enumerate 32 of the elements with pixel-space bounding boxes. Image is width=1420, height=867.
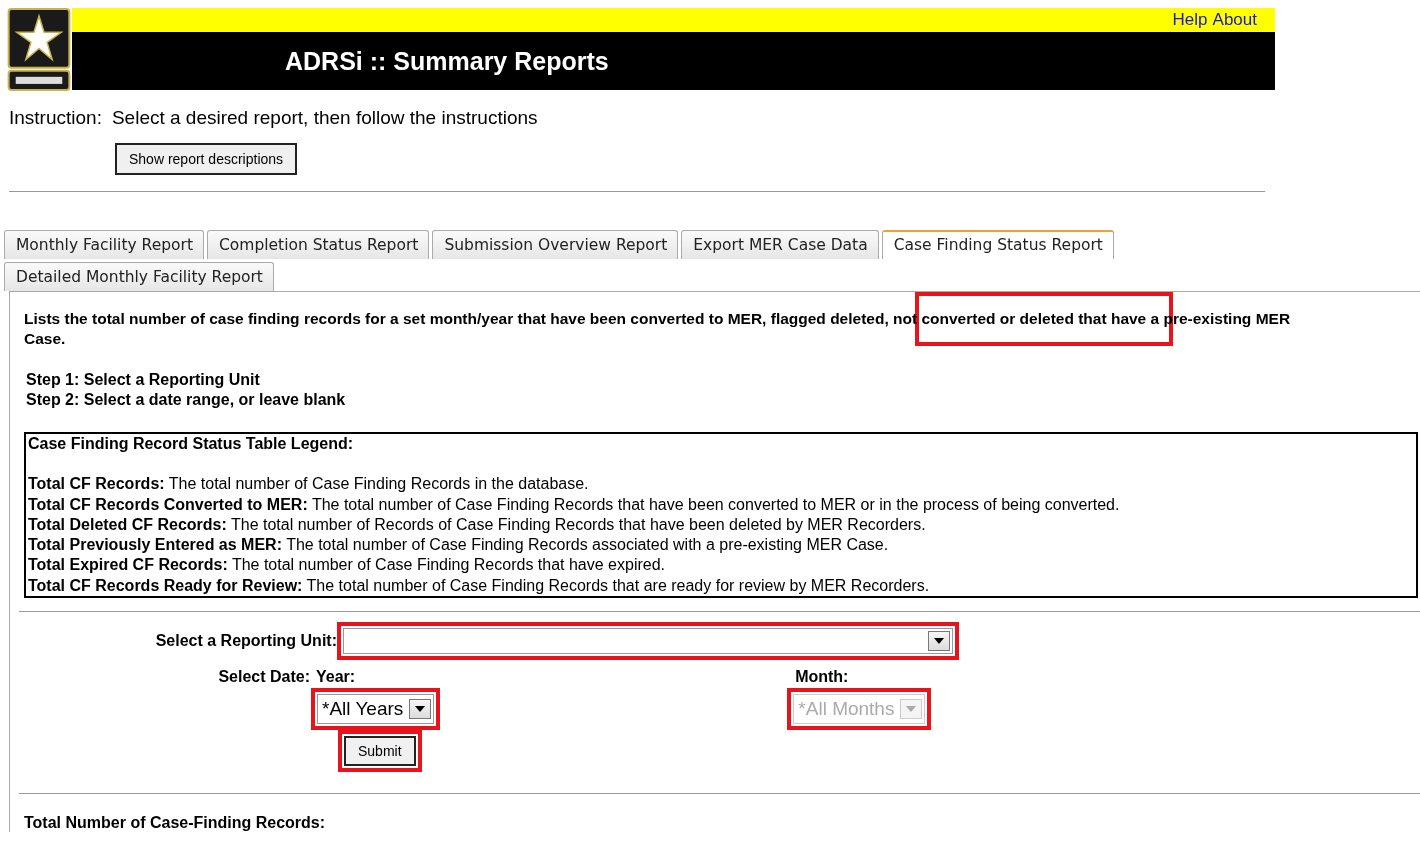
report-tab[interactable]: Monthly Facility Report (4, 230, 204, 259)
dropdown-arrow-icon (906, 706, 917, 713)
reporting-unit-label: Select a Reporting Unit: (154, 632, 337, 651)
results-title: Total Number of Case-Finding Records: (23, 813, 327, 833)
report-tab[interactable]: Completion Status Report (207, 230, 430, 259)
legend-item: Total Previously Entered as MER: The total number of Case Finding Records associated with a pre-existing MER Case. (28, 535, 890, 556)
legend-item: Total CF Records Ready for Review: The total number of Case Finding Records that are ready for review by MER Recorders. (28, 575, 931, 596)
instruction-label: Instruction: (9, 107, 102, 129)
year-select[interactable]: *All Years (317, 694, 435, 725)
dropdown-arrow-icon (934, 638, 944, 645)
header-link[interactable]: Help (1172, 10, 1208, 30)
date-label: Select Date: (217, 668, 310, 687)
report-tab[interactable]: Case Finding Status Report (881, 230, 1114, 259)
step-text: Step 2: Select a date range, or leave blank (26, 390, 347, 410)
legend-item: Total CF Records Converted to MER: The total number of Case Finding Records that have been converted to MER or in the process of being converted. (28, 494, 1121, 515)
page-title: ADRSi :: Summary Reports (285, 46, 609, 76)
report-tab[interactable]: Detailed Monthly Facility Report (4, 262, 274, 291)
reporting-unit-select[interactable] (343, 628, 953, 655)
show-descriptions-button[interactable]: Show report descriptions (115, 143, 298, 175)
instruction-text: Select a desired report, then follow the instructions (111, 107, 538, 129)
legend-item: Total Expired CF Records: The total number of Case Finding Records that have expired. (28, 555, 666, 576)
legend-item: Total CF Records: The total number of Case Finding Records in the database. (28, 474, 590, 495)
legend-title: Case Finding Record Status Table Legend: (28, 434, 355, 454)
step-text: Step 1: Select a Reporting Unit (26, 370, 261, 390)
report-tab[interactable]: Export MER Case Data (681, 230, 879, 259)
month-label: Month: (795, 668, 849, 687)
submit-button[interactable]: Submit (344, 736, 416, 767)
legend-item: Total Deleted CF Records: The total number of Records of Case Finding Records that have been deleted by MER Recorders. (28, 514, 927, 535)
year-label: Year: (316, 668, 356, 687)
header-link[interactable]: About (1212, 10, 1257, 30)
dropdown-arrow-icon (415, 706, 426, 713)
report-tab[interactable]: Submission Overview Report (432, 230, 679, 259)
